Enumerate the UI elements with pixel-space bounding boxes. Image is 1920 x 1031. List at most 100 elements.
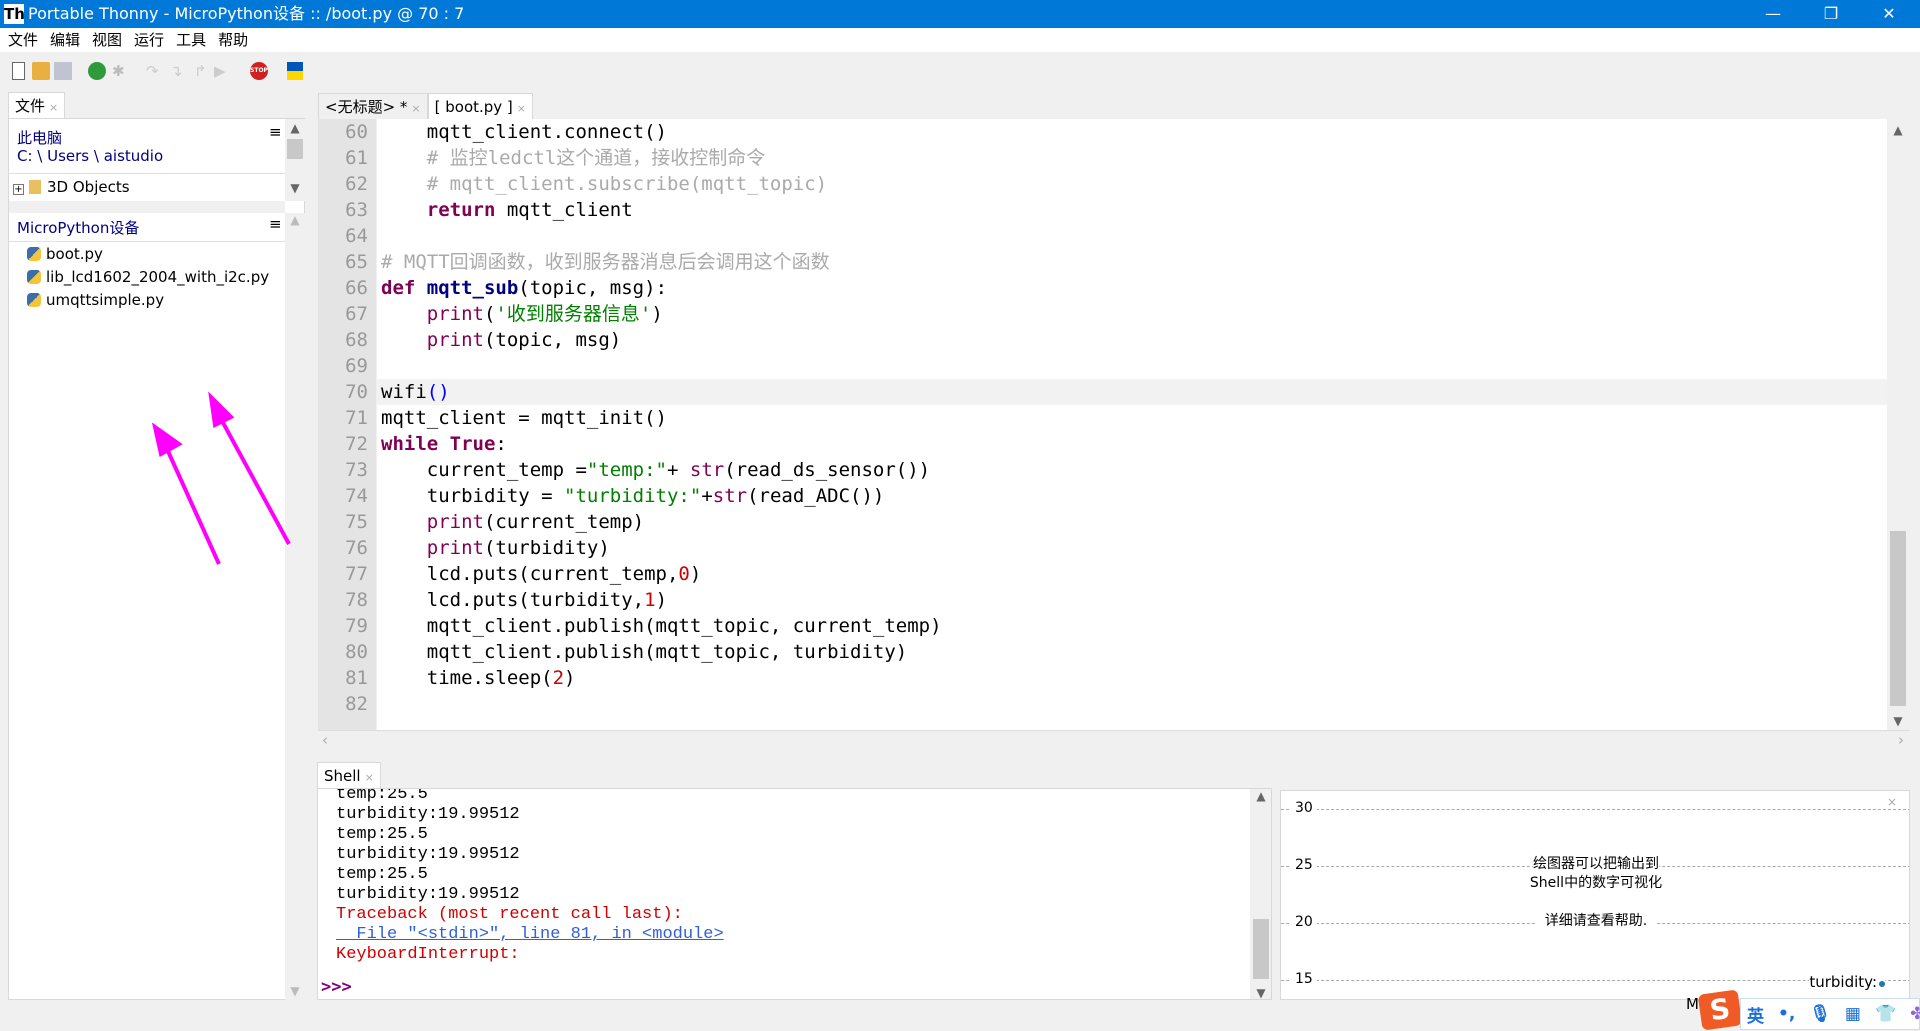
code-editor[interactable]: mqtt_client.connect() # 监控ledctl这个通道，接收控… — [377, 119, 1887, 730]
code-line[interactable]: wifi() — [377, 379, 1887, 405]
close-icon[interactable]: × — [517, 102, 526, 115]
menu-tools[interactable]: 工具 — [176, 31, 206, 49]
shell-line[interactable]: File "<stdin>", line 81, in <module> — [318, 925, 723, 945]
close-icon[interactable]: × — [1887, 795, 1897, 809]
code-token: mqtt_sub — [426, 277, 519, 299]
code-token: print — [426, 329, 484, 351]
scrollbar[interactable]: ▲ ▼ — [285, 119, 305, 201]
line-number: 65 — [345, 251, 368, 273]
code-token: + — [701, 485, 713, 507]
tab-label: [ boot.py ] — [434, 98, 513, 116]
tab-files[interactable]: 文件 × — [8, 92, 66, 118]
apps-icon[interactable]: ✤ — [1910, 1004, 1920, 1024]
plotter: × 30 25 20 15 绘图器可以把输出到 Shell中的数字可视化 详细请查看帮… — [1280, 790, 1910, 1000]
code-token: + — [666, 459, 690, 481]
code-line[interactable]: while True: — [377, 431, 1887, 457]
sogou-icon[interactable]: S — [1697, 989, 1743, 1031]
line-number: 77 — [345, 563, 368, 585]
stop-icon[interactable]: STOP — [250, 62, 268, 80]
new-file-icon[interactable] — [12, 62, 25, 80]
code-token: True — [449, 433, 496, 455]
step-over-icon[interactable]: ↷ — [146, 62, 164, 80]
shell-scrollbar[interactable]: ▲ ▼ — [1250, 789, 1271, 999]
code-line[interactable]: mqtt_client.publish(mqtt_topic, current_… — [377, 613, 1887, 639]
code-line[interactable]: # 监控ledctl这个通道，接收控制命令 — [377, 145, 1887, 171]
this-pc-label[interactable]: 此电脑 — [17, 127, 62, 148]
code-token: (read_ADC()) — [747, 485, 885, 507]
code-line[interactable]: print('收到服务器信息') — [377, 301, 1887, 327]
run-icon[interactable] — [88, 62, 106, 80]
shell-line: KeyboardInterrupt: — [336, 945, 520, 964]
code-line[interactable]: return mqtt_client — [377, 197, 1887, 223]
close-icon[interactable]: × — [411, 102, 420, 115]
file-item[interactable]: lib_lcd1602_2004_with_i2c.py — [9, 266, 269, 289]
code-line[interactable]: print(current_temp) — [377, 509, 1887, 535]
ime-punctuation[interactable]: •, — [1778, 1004, 1795, 1024]
tab-boot-py[interactable]: [ boot.py ] × — [427, 93, 534, 119]
resume-icon[interactable]: ▶ — [214, 62, 232, 80]
code-line[interactable] — [377, 353, 1887, 379]
code-token: () — [426, 381, 450, 403]
code-line[interactable]: # MQTT回调函数，收到服务器消息后会调用这个函数 — [377, 249, 1887, 275]
shell-line: turbidity:19.99512 — [336, 885, 520, 904]
minimize-button[interactable]: — — [1744, 0, 1802, 28]
code-line[interactable]: mqtt_client = mqtt_init() — [377, 405, 1887, 431]
save-icon[interactable] — [54, 62, 72, 80]
restore-button[interactable]: ❐ — [1802, 0, 1860, 28]
shell-console[interactable]: temp:25.5 turbidity:19.99512 temp:25.5 turb… — [317, 788, 1272, 1000]
menu-file[interactable]: 文件 — [8, 31, 38, 49]
editor-vscrollbar[interactable]: ▲ ▼ — [1887, 119, 1909, 730]
code-line[interactable]: lcd.puts(current_temp,0) — [377, 561, 1887, 587]
line-number: 60 — [345, 121, 368, 143]
file-name: 3D Objects — [47, 178, 130, 196]
code-line[interactable] — [377, 223, 1887, 249]
debug-icon[interactable]: ✱ — [112, 62, 130, 80]
plotter-message: Shell中的数字可视化 — [1529, 875, 1663, 891]
code-line[interactable]: # mqtt_client.subscribe(mqtt_topic) — [377, 171, 1887, 197]
current-path[interactable]: C: \ Users \ aistudio — [17, 147, 163, 165]
skin-icon[interactable]: 👕 — [1875, 1004, 1896, 1024]
code-token: : — [495, 433, 507, 455]
code-line[interactable]: print(turbidity) — [377, 535, 1887, 561]
code-token: mqtt_client.publish(mqtt_topic, turbidit… — [381, 641, 908, 663]
code-line[interactable]: mqtt_client.connect() — [377, 119, 1887, 145]
code-line[interactable]: lcd.puts(turbidity,1) — [377, 587, 1887, 613]
code-token: 2 — [552, 667, 565, 689]
code-token: 0 — [678, 563, 690, 585]
keyboard-icon[interactable]: ▦ — [1845, 1004, 1861, 1024]
code-line[interactable]: current_temp ="temp:"+ str(read_ds_senso… — [377, 457, 1887, 483]
step-into-icon[interactable]: ↴ — [170, 62, 188, 80]
menu-edit[interactable]: 编辑 — [50, 31, 80, 49]
menu-icon[interactable]: ≡ — [269, 123, 282, 141]
menu-help[interactable]: 帮助 — [218, 31, 248, 49]
editor-hscrollbar[interactable]: ‹ › — [318, 730, 1910, 750]
code-token: ) — [655, 589, 668, 611]
code-line[interactable]: turbidity = "turbidity:"+str(read_ADC()) — [377, 483, 1887, 509]
list-item[interactable]: +3D Objects — [9, 176, 130, 199]
legend-marker — [1879, 981, 1885, 987]
line-number: 75 — [345, 511, 368, 533]
file-item[interactable]: boot.py — [9, 243, 269, 266]
menu-run[interactable]: 运行 — [134, 31, 164, 49]
tab-shell[interactable]: Shell × — [317, 762, 381, 788]
window-title: Portable Thonny - MicroPython设备 :: /boot… — [28, 4, 465, 23]
code-line[interactable]: mqtt_client.publish(mqtt_topic, turbidit… — [377, 639, 1887, 665]
ukraine-flag-icon[interactable] — [287, 62, 303, 80]
close-icon[interactable]: × — [365, 771, 374, 784]
expand-icon[interactable]: + — [13, 184, 24, 195]
code-line[interactable]: def mqtt_sub(topic, msg): — [377, 275, 1887, 301]
step-out-icon[interactable]: ↱ — [194, 62, 212, 80]
y-tick-label: 15 — [1291, 971, 1317, 987]
close-button[interactable]: ✕ — [1860, 0, 1918, 28]
code-line[interactable]: print(topic, msg) — [377, 327, 1887, 353]
tab-untitled[interactable]: <无标题> * × — [318, 93, 428, 119]
menu-icon[interactable]: ≡ — [269, 215, 282, 233]
microphone-icon[interactable]: 🎙 — [1809, 1004, 1831, 1024]
menu-view[interactable]: 视图 — [92, 31, 122, 49]
open-file-icon[interactable] — [32, 62, 50, 80]
code-line[interactable]: time.sleep(2) — [377, 665, 1887, 691]
ime-language[interactable]: 英 — [1747, 1002, 1764, 1027]
code-line[interactable] — [377, 691, 1887, 717]
y-tick-label: 30 — [1291, 800, 1317, 816]
close-icon[interactable]: × — [49, 101, 58, 114]
